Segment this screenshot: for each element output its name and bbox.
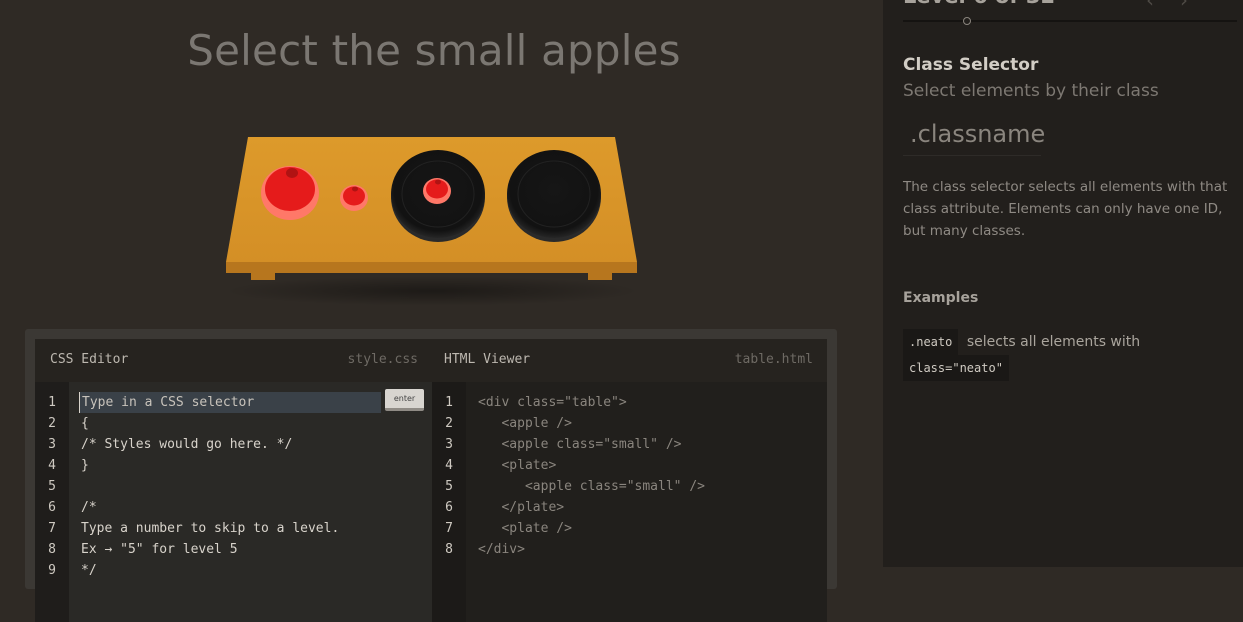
line-number: 6 <box>445 500 453 515</box>
enter-button[interactable]: enter <box>385 389 424 411</box>
line-number: 7 <box>48 521 56 536</box>
line-number: 4 <box>445 458 453 473</box>
line-number: 2 <box>445 416 453 431</box>
examples-heading: Examples <box>903 290 979 306</box>
html-viewer-title: HTML Viewer <box>444 352 531 367</box>
code-line: Type a number to skip to a level. <box>81 521 340 536</box>
checkmark-icon: ✔ <box>1058 0 1070 4</box>
html-viewer-body: 1 2 3 4 5 6 7 8 <div class="table"> <app… <box>432 382 827 622</box>
html-line-plate-close[interactable]: </plate> <box>478 497 817 518</box>
css-selector-input[interactable] <box>79 392 381 413</box>
html-viewer-pane: HTML Viewer table.html 1 2 3 4 5 6 7 8 <… <box>432 339 827 622</box>
html-line-plate-empty[interactable]: <plate /> <box>478 518 817 539</box>
css-editor-filename: style.css <box>347 352 418 367</box>
code-line: */ <box>81 563 97 578</box>
selector-name: Class Selector <box>903 55 1039 75</box>
line-number: 5 <box>445 479 453 494</box>
code-line: Ex → "5" for level 5 <box>81 542 238 557</box>
line-number: 9 <box>48 563 56 578</box>
line-number: 6 <box>48 500 56 515</box>
html-line-apple-small-nested[interactable]: <apple class="small" /> <box>478 476 817 497</box>
code-line: /* <box>81 500 97 515</box>
level-indicator[interactable]: Level 6 of 32 <box>903 0 1055 8</box>
apple-large[interactable] <box>261 166 319 220</box>
chevron-left-icon[interactable]: ‹ <box>1140 0 1160 12</box>
selector-title: Select elements by their class <box>903 81 1159 101</box>
html-line-numbers: 1 2 3 4 5 6 7 8 <box>432 382 466 622</box>
css-editor-title: CSS Editor <box>50 352 129 367</box>
table-board <box>226 137 637 280</box>
plate-with-apple[interactable] <box>391 150 485 242</box>
css-editor-body: 1 2 3 4 5 6 7 8 9 enter { /* Styles <box>35 382 432 622</box>
css-editor-pane: CSS Editor style.css 1 2 3 4 5 6 7 8 9 T… <box>35 339 432 622</box>
plate-empty[interactable] <box>507 150 601 242</box>
html-line-table-close[interactable]: </div> <box>478 539 817 560</box>
html-line-plate[interactable]: <plate> <box>478 455 817 476</box>
line-number: 3 <box>48 437 56 452</box>
selector-hint: The class selector selects all elements … <box>903 179 1228 239</box>
example-code-attr: class="neato" <box>903 355 1009 381</box>
line-number: 5 <box>48 479 56 494</box>
line-number: 2 <box>48 416 56 431</box>
line-number: 7 <box>445 521 453 536</box>
html-code: <div class="table"> <apple /> <apple cla… <box>478 392 817 560</box>
line-number: 8 <box>48 542 56 557</box>
table-front-edge <box>226 262 637 273</box>
line-number: 4 <box>48 458 56 473</box>
editor: CSS Editor style.css 1 2 3 4 5 6 7 8 9 T… <box>25 329 837 622</box>
html-viewer-header: HTML Viewer table.html <box>432 339 827 382</box>
level-instruction: Select the small apples <box>187 26 681 75</box>
example-code: .neato <box>903 329 959 355</box>
selector-input-row: enter <box>79 389 424 413</box>
line-number: 1 <box>445 395 453 410</box>
apple-small-on-plate[interactable] <box>423 178 451 204</box>
example-text: selects all elements with <box>966 334 1141 350</box>
apple-small[interactable] <box>340 185 368 211</box>
line-number: 1 <box>48 395 56 410</box>
css-editor-header: CSS Editor style.css <box>35 339 432 382</box>
sidebar: Level 6 of 32 ✔ ‹ › Class Selector Selec… <box>883 0 1243 567</box>
chevron-right-icon[interactable]: › <box>1174 0 1194 12</box>
html-viewer-filename: table.html <box>734 352 813 367</box>
level-progress-marker <box>963 17 971 25</box>
game-area: Select the small apples CSS Editor style… <box>0 0 883 622</box>
css-code: enter { /* Styles would go here. */ } /*… <box>79 389 424 581</box>
level-progress-bar <box>903 20 1237 22</box>
html-line-table[interactable]: <div class="table"> <box>478 392 817 413</box>
html-line-apple-small[interactable]: <apple class="small" /> <box>478 434 817 455</box>
line-number: 3 <box>445 437 453 452</box>
css-line-numbers: 1 2 3 4 5 6 7 8 9 <box>35 382 69 622</box>
selector-syntax: .classname <box>903 120 1045 156</box>
html-line-apple[interactable]: <apple /> <box>478 413 817 434</box>
example-item: .neato selects all elements with class="… <box>903 329 1223 381</box>
line-number: 8 <box>445 542 453 557</box>
